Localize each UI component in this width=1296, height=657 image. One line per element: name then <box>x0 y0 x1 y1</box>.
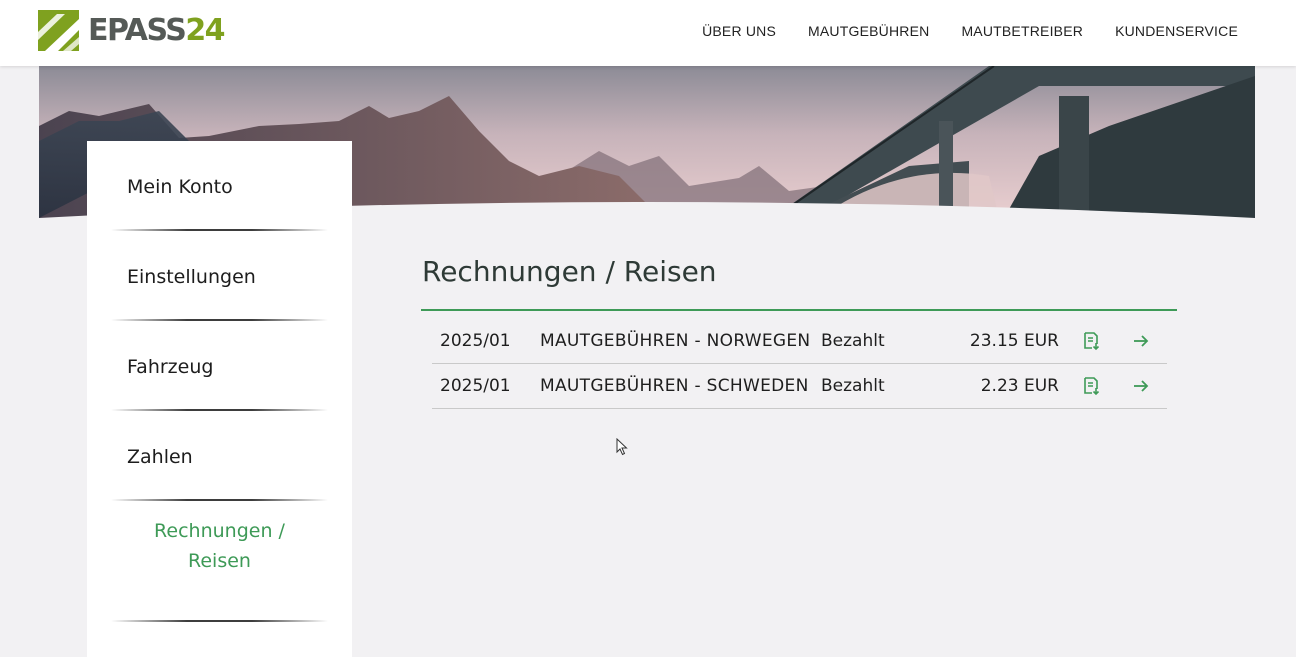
mouse-cursor-icon <box>616 437 628 460</box>
invoice-download-icon[interactable] <box>1082 331 1100 356</box>
brand-name: EPASS24 <box>88 12 226 48</box>
invoice-table: 2025/01 MAUTGEBÜHREN - NORWEGEN Bezahlt … <box>432 319 1167 409</box>
epass24-logo-icon <box>38 10 79 51</box>
nav-mautbetreiber[interactable]: MAUTBETREIBER <box>961 23 1083 39</box>
table-row: 2025/01 MAUTGEBÜHREN - SCHWEDEN Bezahlt … <box>432 364 1167 409</box>
sidebar-item-fahrzeug[interactable]: Fahrzeug <box>87 321 352 411</box>
sidebar-item-rechnungen-reisen[interactable]: Rechnungen / Reisen <box>87 501 352 622</box>
main-nav: ÜBER UNS MAUTGEBÜHREN MAUTBETREIBER KUND… <box>670 23 1238 39</box>
invoice-description: MAUTGEBÜHREN - NORWEGEN <box>540 331 811 351</box>
account-sidebar: Mein Konto Einstellungen Fahrzeug Zahlen… <box>87 141 352 657</box>
sidebar-item-mein-konto[interactable]: Mein Konto <box>87 141 352 231</box>
nav-kundenservice[interactable]: KUNDENSERVICE <box>1115 23 1238 39</box>
arrow-right-icon[interactable] <box>1132 331 1150 356</box>
site-header: EPASS24 ÜBER UNS MAUTGEBÜHREN MAUTBETREI… <box>0 0 1296 66</box>
title-divider <box>421 309 1177 311</box>
brand-logo[interactable]: EPASS24 <box>38 10 226 51</box>
invoice-amount: 23.15 EUR <box>969 331 1059 351</box>
invoice-description: MAUTGEBÜHREN - SCHWEDEN <box>540 376 809 396</box>
nav-mautgebuehren[interactable]: MAUTGEBÜHREN <box>808 23 929 39</box>
arrow-right-icon[interactable] <box>1132 376 1150 401</box>
nav-ueber-uns[interactable]: ÜBER UNS <box>702 23 776 39</box>
invoice-status: Bezahlt <box>821 331 885 351</box>
invoice-download-icon[interactable] <box>1082 376 1100 401</box>
table-row: 2025/01 MAUTGEBÜHREN - NORWEGEN Bezahlt … <box>432 319 1167 364</box>
invoice-amount: 2.23 EUR <box>980 376 1059 396</box>
invoice-period: 2025/01 <box>440 376 511 396</box>
sidebar-item-zahlen[interactable]: Zahlen <box>87 411 352 501</box>
invoice-status: Bezahlt <box>821 376 885 396</box>
invoice-period: 2025/01 <box>440 331 511 351</box>
page-title: Rechnungen / Reisen <box>422 255 717 288</box>
sidebar-item-einstellungen[interactable]: Einstellungen <box>87 231 352 321</box>
